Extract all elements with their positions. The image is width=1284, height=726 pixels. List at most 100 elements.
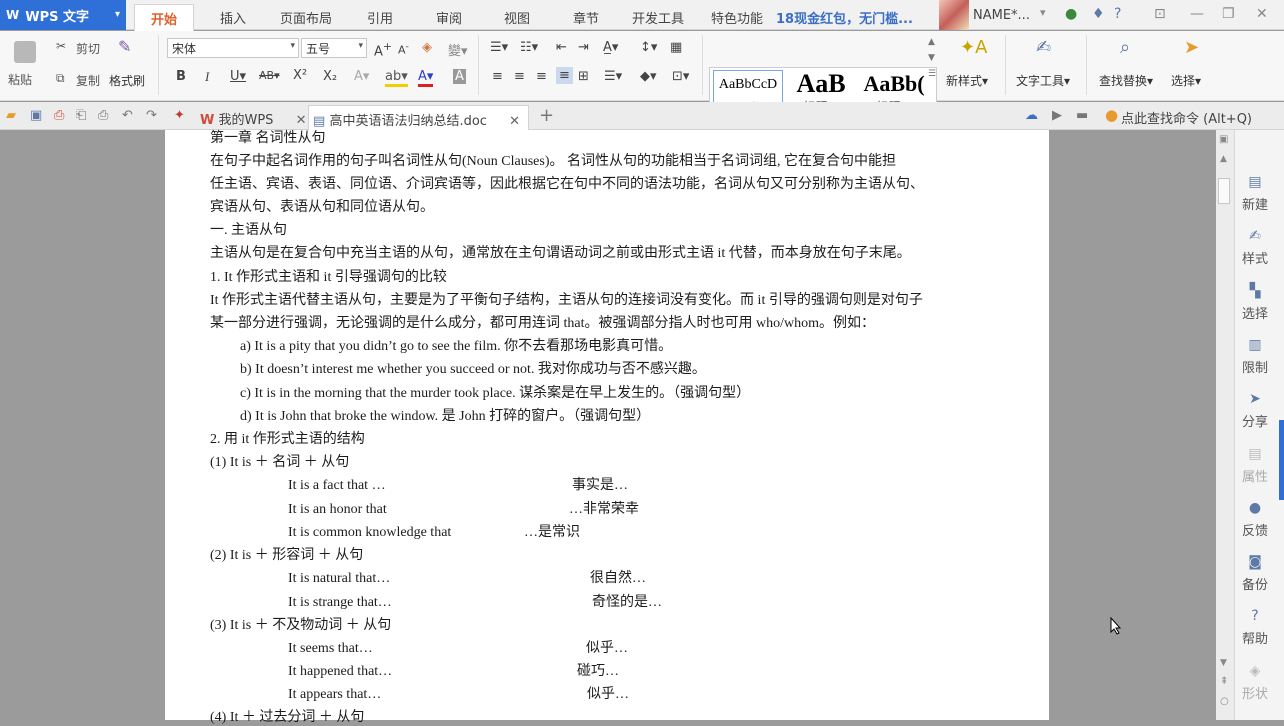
bold-icon[interactable]: B [176,69,186,84]
align-justify-icon[interactable]: ≡ [556,67,573,84]
strikethrough-icon[interactable]: AB▾ [259,69,280,82]
numbering-icon[interactable]: ☷▾ [520,40,538,55]
superscript-icon[interactable]: X² [293,68,307,83]
sidebar-item-help[interactable]: ? 帮助 [1235,608,1275,647]
tab-references[interactable]: 引用 [367,8,393,27]
tab-page-layout[interactable]: 页面布局 [280,8,332,27]
paste-button[interactable]: 粘贴 [8,71,32,88]
increase-indent-icon[interactable]: ⇥ [578,40,589,55]
scroll-down-icon[interactable]: ▼ [1220,658,1227,668]
open-folder-icon[interactable]: ▰ [6,108,16,123]
tab-chapter[interactable]: 章节 [573,8,599,27]
underline-icon[interactable]: U▾ [230,69,246,84]
export-pdf-icon[interactable]: ⎙ [54,108,64,123]
undo-icon[interactable]: ↶ [122,108,133,123]
new-style-icon[interactable]: ✦A [960,37,987,58]
redo-icon[interactable]: ↷ [146,108,157,123]
vertical-scrollbar[interactable]: ▣ ▲ ▼ ⇞ ○ [1216,130,1234,720]
print-preview-icon[interactable]: ⎗ [76,108,86,123]
close-icon[interactable]: ✕ [296,113,307,128]
tab-document[interactable]: ▤ 高中英语语法归纳总结.doc ✕ [308,105,529,130]
sidebar-item-share[interactable]: ➤ 分享 [1235,391,1275,430]
username[interactable]: NAME*... [973,8,1030,23]
clear-format-icon[interactable]: ◈ [422,40,432,55]
copy-icon[interactable]: ⧉ [56,71,65,86]
shrink-font-icon[interactable]: A- [398,41,409,57]
browse-object-icon[interactable]: ○ [1220,696,1229,707]
find-replace-icon[interactable]: ⌕ [1120,37,1130,58]
chevron-down-icon[interactable]: ▾ [1040,6,1046,19]
select-cursor-icon[interactable]: ➤ [1184,37,1199,58]
align-left-icon[interactable]: ≡ [492,69,503,84]
sidebar-item-feedback[interactable]: ● 反馈 [1235,500,1275,539]
cut-button[interactable]: 剪切 [76,40,100,57]
font-size-select[interactable]: 五号 ▾ [301,38,367,58]
tab-special[interactable]: 特色功能 [711,8,763,27]
shading-icon[interactable]: ◆▾ [640,69,657,84]
sidebar-collapse-handle[interactable] [1279,420,1284,500]
sidebar-item-properties[interactable]: ▤ 属性 [1235,446,1275,485]
find-replace-button[interactable]: 查找替换▾ [1099,72,1153,89]
tab-developer[interactable]: 开发工具 [632,8,684,27]
table-icon[interactable]: ▦ [670,40,682,55]
borders-icon[interactable]: ⊡▾ [672,69,689,84]
grow-font-icon[interactable]: A+ [374,40,392,59]
sync-icon[interactable]: ● [1065,6,1077,22]
scroll-up-icon[interactable]: ▲ [1220,154,1227,164]
save-icon[interactable]: ▣ [30,108,42,123]
text-effect-icon[interactable]: A▾ [354,69,369,84]
sidebar-item-new[interactable]: ▤ 新建 [1235,174,1275,213]
line-spacing-icon[interactable]: ☰▾ [604,69,622,84]
scroll-thumb[interactable] [1218,178,1230,204]
prev-page-icon[interactable]: ⇞ [1220,676,1228,687]
align-center-icon[interactable]: ≡ [514,69,525,84]
phonetic-icon[interactable]: 變▾ [448,40,468,59]
align-right-icon[interactable]: ≡ [536,69,547,84]
promo-link[interactable]: 18现金红包，无门槛... [776,8,913,27]
share-doc-icon[interactable]: ▶ [1052,108,1062,123]
restore-ribbon-icon[interactable]: ⊡ [1154,6,1166,22]
chevron-up-icon[interactable]: ▲ [928,37,935,47]
font-color-icon[interactable]: A▾ [418,69,434,87]
tab-my-wps[interactable]: W 我的WPS ✕ [196,105,314,130]
chevron-down-icon[interactable]: ▼ [928,53,935,63]
close-icon[interactable]: ✕ [509,114,520,129]
tab-view[interactable]: 视图 [504,8,530,27]
print-icon[interactable]: ⎙ [98,108,108,123]
bullets-icon[interactable]: ☰▾ [490,40,508,55]
italic-icon[interactable]: I [205,69,209,85]
cut-icon[interactable]: ✂ [56,39,66,53]
paste-icon[interactable] [14,41,36,63]
avatar[interactable] [939,0,969,30]
minimize-icon[interactable]: — [1190,6,1204,22]
sidebar-item-restrict[interactable]: ▥ 限制 [1235,337,1275,376]
new-style-button[interactable]: 新样式▾ [946,72,988,89]
distribute-icon[interactable]: ⊞ [578,69,589,84]
sort-icon[interactable]: ↕▾ [640,40,657,55]
command-search[interactable]: 点此查找命令 (Alt+Q) [1121,108,1252,127]
document-page[interactable]: 第一章 名词性从句 在句子中起名词作用的句子叫名词性从句(Noun Clause… [165,130,1049,725]
comment-icon[interactable]: ▬ [1076,108,1088,123]
text-tools-button[interactable]: 文字工具▾ [1016,72,1070,89]
chinese-layout-icon[interactable]: A̲▾ [603,40,618,55]
sidebar-item-select[interactable]: ▚ 选择 [1235,283,1275,322]
char-shading-icon[interactable]: A [453,69,466,84]
subscript-icon[interactable]: X₂ [323,69,337,84]
tab-insert[interactable]: 插入 [220,8,246,27]
copy-button[interactable]: 复制 [76,72,100,89]
text-tools-icon[interactable]: ✍ [1036,37,1051,58]
split-view-icon[interactable]: ▣ [1219,134,1228,145]
more-styles-icon[interactable]: ☰ [928,69,936,79]
close-icon[interactable]: ✕ [1256,6,1268,22]
wps-logo-menu[interactable]: W WPS 文字 ▾ [0,0,126,30]
decrease-indent-icon[interactable]: ⇤ [556,40,567,55]
select-button[interactable]: 选择▾ [1171,72,1201,89]
tab-home[interactable]: 开始 [134,4,195,31]
format-painter-icon[interactable]: ✎ [118,37,131,56]
font-name-select[interactable]: 宋体 ▾ [167,38,299,58]
format-painter-button[interactable]: 格式刷 [109,72,145,89]
highlight-icon[interactable]: ab▾ [385,69,408,87]
skin-icon[interactable]: ♦ [1092,6,1105,22]
help-icon[interactable]: ? [1114,6,1121,22]
tab-review[interactable]: 审阅 [436,8,462,27]
